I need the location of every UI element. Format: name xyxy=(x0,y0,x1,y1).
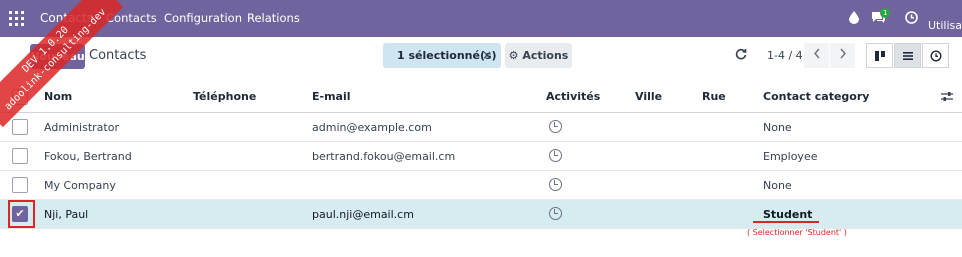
row-checkbox[interactable] xyxy=(12,148,28,164)
kanban-view-button[interactable] xyxy=(866,43,893,68)
activity-clock-icon[interactable] xyxy=(549,120,562,133)
cell-name: Administrator xyxy=(44,121,119,134)
category-underline-annotation xyxy=(753,221,819,223)
activity-clock-icon[interactable] xyxy=(549,207,562,220)
activity-clock-icon[interactable] xyxy=(549,178,562,191)
refresh-icon[interactable] xyxy=(735,48,747,64)
cell-email: bertrand.fokou@email.cm xyxy=(312,150,456,163)
menu-relations[interactable]: Relations xyxy=(247,11,300,25)
optional-columns-icon[interactable] xyxy=(941,91,953,105)
cell-name: My Company xyxy=(44,179,116,192)
activity-clock-icon[interactable] xyxy=(905,11,918,27)
top-navbar: Contacts Contacts Configuration Relation… xyxy=(0,0,962,37)
apps-menu-icon[interactable] xyxy=(9,11,24,26)
user-menu[interactable]: Utilisat xyxy=(928,19,962,32)
clear-selection-button[interactable]: × xyxy=(482,48,492,62)
table-header: Nom Téléphone E-mail Activités Ville Rue… xyxy=(0,81,962,113)
cell-category: Employee xyxy=(763,150,818,163)
column-activites[interactable]: Activités xyxy=(546,90,600,103)
actions-button[interactable]: ⚙ Actions xyxy=(505,43,572,68)
pager-next-button[interactable] xyxy=(830,43,855,68)
checkbox-highlight-annotation xyxy=(8,200,35,228)
cell-name: Fokou, Bertrand xyxy=(44,150,132,163)
selection-indicator: 1 sélectionné(s) × xyxy=(383,43,501,68)
column-rue[interactable]: Rue xyxy=(702,90,726,103)
annotation-text: ( Selectionner 'Student' ) xyxy=(747,228,847,237)
row-checkbox[interactable] xyxy=(12,177,28,193)
column-contact-category[interactable]: Contact category xyxy=(763,90,869,103)
cell-category[interactable]: Student xyxy=(763,208,812,221)
cell-category: None xyxy=(763,121,792,134)
cell-category: None xyxy=(763,179,792,192)
pager-previous-button[interactable] xyxy=(804,43,829,68)
table-row[interactable]: My Company None xyxy=(0,171,962,200)
messages-badge: 1 xyxy=(880,8,891,18)
activity-view-button[interactable] xyxy=(922,43,949,68)
table-row-selected[interactable]: ✔ Nji, Paul paul.nji@email.cm Student xyxy=(0,200,962,229)
debug-drop-icon[interactable] xyxy=(849,11,859,27)
column-ville[interactable]: Ville xyxy=(635,90,662,103)
activity-clock-icon[interactable] xyxy=(549,149,562,162)
column-nom[interactable]: Nom xyxy=(44,90,72,103)
cell-email: paul.nji@email.cm xyxy=(312,208,414,221)
row-checkbox[interactable] xyxy=(12,119,28,135)
table-row[interactable]: Fokou, Bertrand bertrand.fokou@email.cm … xyxy=(0,142,962,171)
list-view-button[interactable] xyxy=(894,43,921,68)
column-email[interactable]: E-mail xyxy=(312,90,351,103)
menu-configuration[interactable]: Configuration xyxy=(164,11,242,25)
table-row[interactable]: Administrator admin@example.com None xyxy=(0,113,962,142)
cell-name: Nji, Paul xyxy=(44,208,89,221)
breadcrumb: Contacts xyxy=(89,48,147,63)
cell-email: admin@example.com xyxy=(312,121,432,134)
pager-value[interactable]: 1-4 / 4 xyxy=(767,49,803,62)
column-telephone[interactable]: Téléphone xyxy=(193,90,256,103)
